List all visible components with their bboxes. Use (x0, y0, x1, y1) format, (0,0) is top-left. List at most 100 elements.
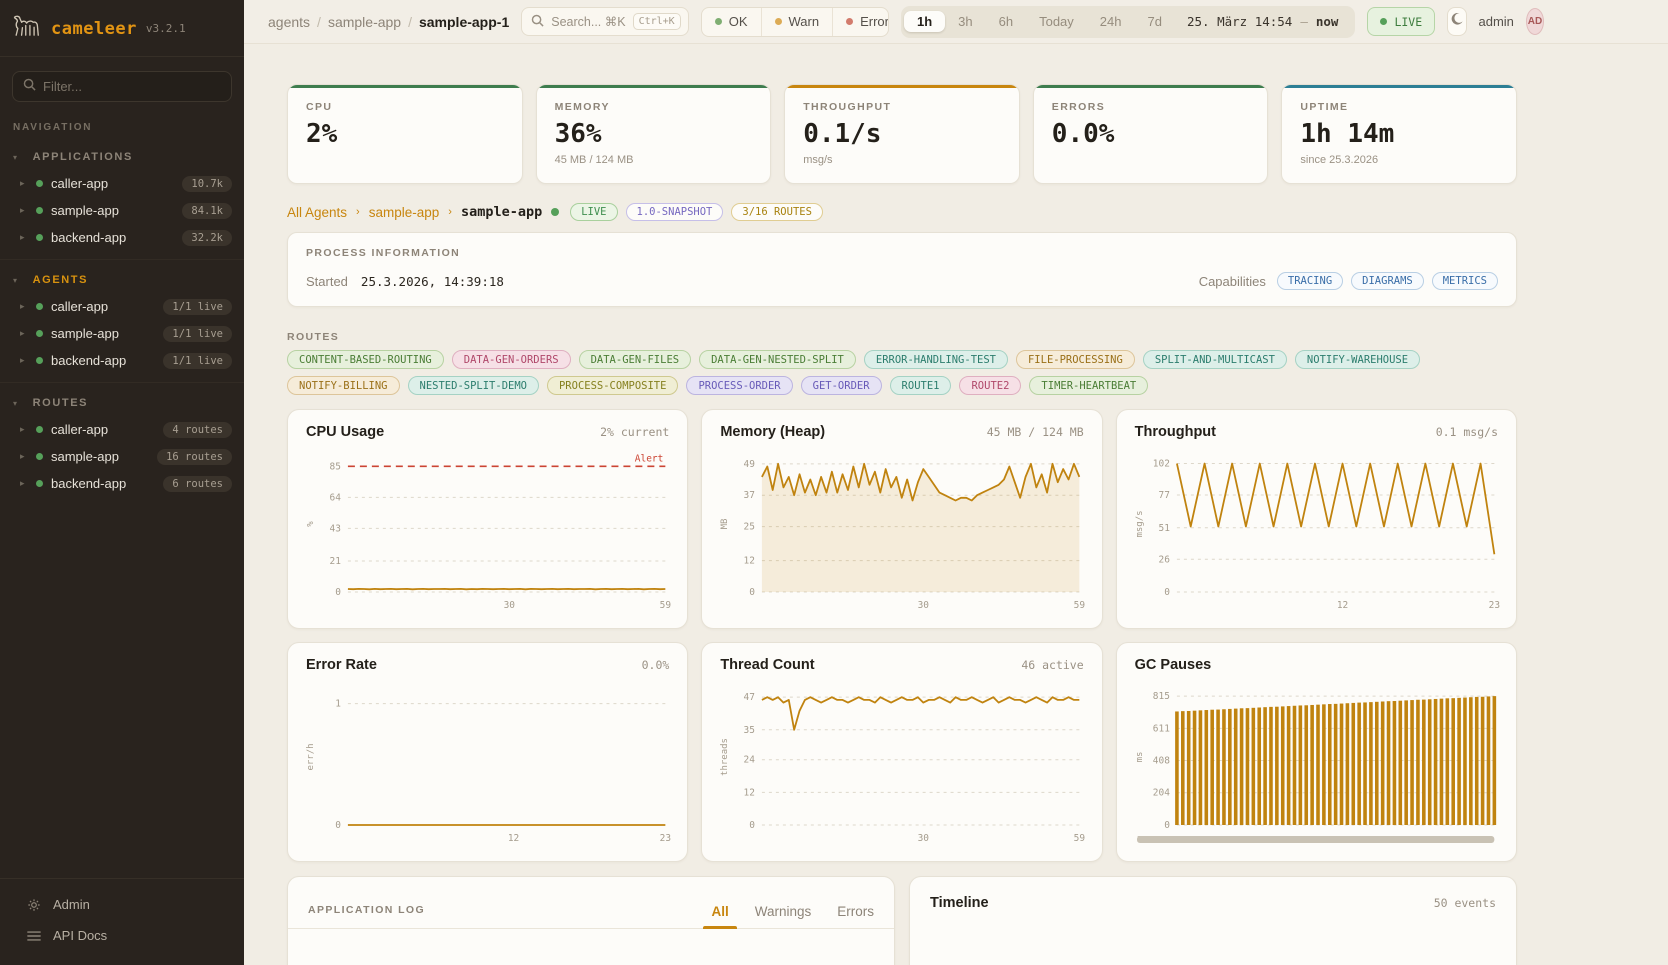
chart-header-thread-count: Thread Count46 active (716, 657, 1087, 679)
route-badge-process-order[interactable]: PROCESS-ORDER (686, 376, 792, 395)
agent-link-all-agents[interactable]: All Agents (287, 205, 347, 220)
log-tab-errors[interactable]: Errors (837, 904, 874, 928)
sidebar-section-header-applications[interactable]: ▾APPLICATIONS (0, 147, 244, 170)
svg-text:25: 25 (744, 522, 755, 533)
sidebar-item-badge: 10.7k (182, 176, 232, 192)
theme-toggle-button[interactable] (1447, 7, 1466, 36)
sidebar-item-label: caller-app (51, 299, 108, 314)
chart-card-error-rate: Error Rate0.0%01err/h1223 (287, 642, 688, 862)
avatar[interactable]: AD (1526, 8, 1544, 35)
log-tab-warnings[interactable]: Warnings (755, 904, 812, 928)
status-dot-icon (36, 303, 43, 310)
sidebar-item-agents-caller-app[interactable]: ▸caller-app1/1 live (0, 293, 244, 320)
capabilities: Capabilities TRACINGDIAGRAMSMETRICS (1199, 272, 1498, 290)
route-badge-timer-heartbeat[interactable]: TIMER-HEARTBEAT (1029, 376, 1148, 395)
sidebar-item-routes-caller-app[interactable]: ▸caller-app4 routes (0, 416, 244, 443)
sidebar-item-applications-caller-app[interactable]: ▸caller-app10.7k (0, 170, 244, 197)
svg-text:ms: ms (1135, 752, 1145, 763)
date-range[interactable]: 25. März 14:54—now (1175, 14, 1352, 29)
sidebar-footer-admin[interactable]: Admin (0, 889, 244, 920)
date-range-from: 25. März 14:54 (1187, 14, 1292, 29)
route-badge-process-composite[interactable]: PROCESS-COMPOSITE (547, 376, 678, 395)
sidebar-filter[interactable] (12, 71, 232, 102)
svg-text:59: 59 (1074, 833, 1086, 844)
route-badge-get-order[interactable]: GET-ORDER (801, 376, 882, 395)
live-dot-icon (1380, 18, 1387, 25)
sidebar-item-applications-backend-app[interactable]: ▸backend-app32.2k (0, 224, 244, 251)
routes-section-title: ROUTES (287, 331, 1517, 343)
time-range-1h[interactable]: 1h (904, 11, 945, 32)
status-filter-label: Error (860, 14, 889, 29)
breadcrumb-current: sample-app-1 (419, 14, 509, 30)
route-badge-nested-split-demo[interactable]: NESTED-SPLIT-DEMO (408, 376, 539, 395)
svg-text:35: 35 (744, 725, 755, 736)
capabilities-label: Capabilities (1199, 274, 1266, 289)
breadcrumb-agents[interactable]: agents (268, 14, 310, 30)
chevron-down-icon: ▾ (13, 153, 19, 162)
chevron-right-icon: ▸ (20, 205, 28, 216)
route-badge-file-processing[interactable]: FILE-PROCESSING (1016, 350, 1135, 369)
charts-grid: CPU Usage2% current021436485%3059AlertMe… (287, 409, 1517, 862)
svg-text:0: 0 (335, 587, 341, 598)
svg-text:77: 77 (1158, 490, 1169, 501)
status-filter-warn[interactable]: Warn (761, 8, 833, 36)
status-filter-error[interactable]: Error (832, 8, 889, 36)
sidebar-item-routes-sample-app[interactable]: ▸sample-app16 routes (0, 443, 244, 470)
svg-text:0: 0 (750, 820, 756, 831)
app-logo[interactable]: cameleer v3.2.1 (0, 0, 244, 57)
user-name[interactable]: admin (1479, 14, 1514, 29)
sidebar-section-header-agents[interactable]: ▾AGENTS (0, 270, 244, 293)
route-badge-notify-billing[interactable]: NOTIFY-BILLING (287, 376, 400, 395)
chart-title-error-rate: Error Rate (306, 657, 377, 673)
sidebar-footer: AdminAPI Docs (0, 878, 244, 965)
chevron-right-icon: ▸ (20, 424, 28, 435)
svg-text:85: 85 (330, 461, 341, 472)
route-badge-data-gen-files[interactable]: DATA-GEN-FILES (579, 350, 692, 369)
route-badge-data-gen-orders[interactable]: DATA-GEN-ORDERS (452, 350, 571, 369)
sidebar-item-routes-backend-app[interactable]: ▸backend-app6 routes (0, 470, 244, 497)
stat-cards: CPU2%MEMORY36%45 MB / 124 MBTHROUGHPUT0.… (287, 84, 1517, 184)
status-filter-ok[interactable]: OK (702, 8, 761, 36)
search-input[interactable]: Search... ⌘K Ctrl+K (521, 7, 688, 36)
sidebar-section-header-routes[interactable]: ▾ROUTES (0, 393, 244, 416)
status-filter-label: OK (729, 14, 748, 29)
route-badge-data-gen-nested-split[interactable]: DATA-GEN-NESTED-SPLIT (699, 350, 856, 369)
status-dot-icon (36, 357, 43, 364)
gear-icon (26, 897, 41, 912)
route-badge-split-and-multicast[interactable]: SPLIT-AND-MULTICAST (1143, 350, 1287, 369)
breadcrumb-sample-app[interactable]: sample-app (328, 14, 401, 30)
agent-badge-3-16-routes: 3/16 ROUTES (731, 203, 823, 221)
time-range-6h[interactable]: 6h (986, 11, 1026, 32)
agent-breadcrumb-separator: › (356, 206, 360, 218)
sidebar-item-applications-sample-app[interactable]: ▸sample-app84.1k (0, 197, 244, 224)
route-badge-route2[interactable]: ROUTE2 (959, 376, 1021, 395)
chart-canvas-cpu-usage: 021436485%3059Alert (302, 446, 673, 614)
live-badge[interactable]: LIVE (1367, 7, 1435, 36)
svg-text:30: 30 (918, 600, 930, 611)
sidebar-item-badge: 6 routes (163, 476, 232, 492)
time-range-today[interactable]: Today (1026, 11, 1087, 32)
time-range-7d[interactable]: 7d (1135, 11, 1175, 32)
route-badge-route1[interactable]: ROUTE1 (890, 376, 952, 395)
sidebar-footer-api-docs[interactable]: API Docs (0, 920, 244, 951)
stat-label: CPU (306, 101, 504, 113)
time-range-24h[interactable]: 24h (1087, 11, 1135, 32)
route-badge-content-based-routing[interactable]: CONTENT-BASED-ROUTING (287, 350, 444, 369)
sidebar-item-badge: 16 routes (157, 449, 232, 465)
status-dot-icon (36, 207, 43, 214)
stat-accent-bar (537, 85, 771, 88)
agent-link-sample-app[interactable]: sample-app (369, 205, 440, 220)
filter-input[interactable] (43, 79, 221, 94)
sidebar-item-badge: 84.1k (182, 203, 232, 219)
sidebar-item-agents-backend-app[interactable]: ▸backend-app1/1 live (0, 347, 244, 374)
application-log-panel: APPLICATION LOG AllWarningsErrors (287, 876, 895, 965)
route-badge-notify-warehouse[interactable]: NOTIFY-WAREHOUSE (1295, 350, 1420, 369)
time-range-3h[interactable]: 3h (945, 11, 985, 32)
process-info-panel: PROCESS INFORMATION Started 25.3.2026, 1… (287, 232, 1517, 307)
svg-text:102: 102 (1152, 459, 1169, 470)
chart-canvas-throughput: 0265177102msg/s1223 (1131, 446, 1502, 614)
sidebar-item-agents-sample-app[interactable]: ▸sample-app1/1 live (0, 320, 244, 347)
log-tab-all[interactable]: All (711, 904, 728, 928)
status-dot-icon (36, 330, 43, 337)
route-badge-error-handling-test[interactable]: ERROR-HANDLING-TEST (864, 350, 1008, 369)
